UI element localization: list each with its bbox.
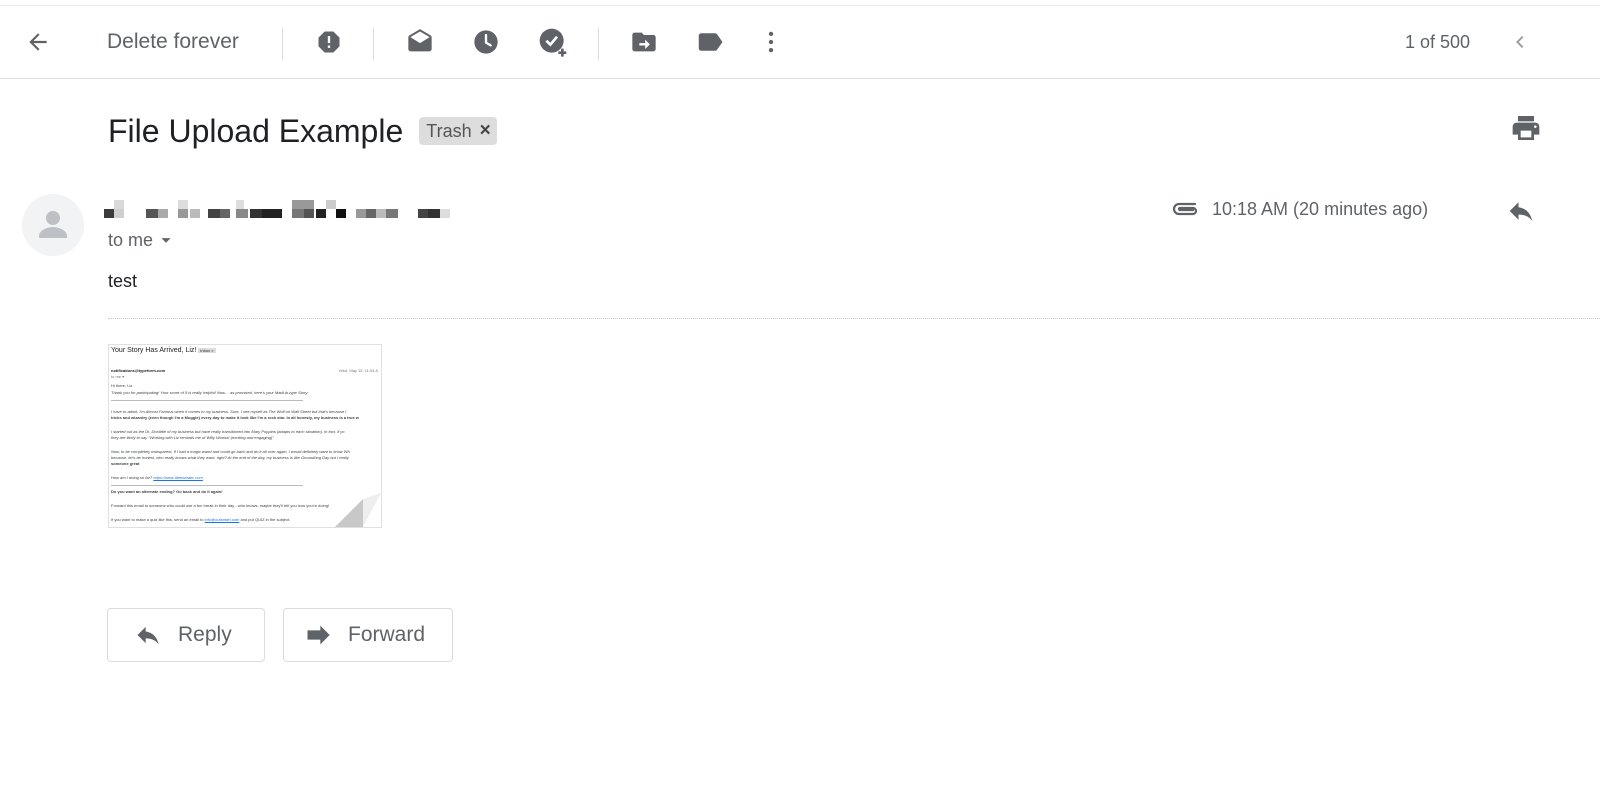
preview-paragraph: I started out as the Dr. Doolittle of my… <box>111 429 345 434</box>
preview-paragraph: Now, to be completely transparent, if I … <box>111 449 350 454</box>
message-body: test <box>108 271 138 291</box>
report-spam-icon[interactable] <box>309 6 349 78</box>
preview-how: How am I doing so far? https://www.libre… <box>111 475 203 480</box>
remove-label-icon[interactable]: × <box>480 120 491 142</box>
forward-button[interactable]: Forward <box>283 608 453 662</box>
subject-row: File Upload Example Trash × <box>108 108 497 154</box>
move-to-icon[interactable] <box>624 6 664 78</box>
arrow-left-icon[interactable] <box>18 6 58 78</box>
preview-to: to me ▾ <box>111 374 125 379</box>
preview-intro: Thank you for participating! Your score … <box>111 390 309 395</box>
message-timestamp: 10:18 AM (20 minutes ago) <box>1212 198 1429 219</box>
add-to-tasks-icon[interactable] <box>533 6 573 78</box>
message-meta: 10:18 AM (20 minutes ago) <box>1170 196 1428 222</box>
message-toolbar: Delete forever 1 of 500 <box>0 6 1600 79</box>
toolbar-divider <box>373 28 374 60</box>
chevron-left-icon[interactable] <box>1500 6 1540 78</box>
page-fold-corner <box>335 493 381 527</box>
avatar <box>22 194 84 256</box>
preview-title: Your Story Has Arrived, Liz! Inbox × <box>111 347 216 354</box>
preview-forward-text: Forward this email to someone who could … <box>111 503 330 508</box>
subject-title: File Upload Example <box>108 112 404 149</box>
preview-alt-question: Do you want an alternate ending? Go back… <box>111 489 223 494</box>
preview-paragraph: because, let's be honest, who really kno… <box>111 455 349 460</box>
preview-rule <box>111 485 303 486</box>
label-chip-text: Trash <box>426 120 472 141</box>
preview-paragraph: someone great <box>111 461 140 466</box>
toolbar-divider <box>282 28 283 60</box>
paperclip-icon <box>1172 202 1198 216</box>
caret-down-icon <box>161 238 171 243</box>
message-counter: 1 of 500 <box>1405 31 1471 52</box>
delete-forever-button[interactable]: Delete forever <box>107 6 239 78</box>
trash-label-chip: Trash × <box>419 117 497 145</box>
preview-rule <box>111 400 303 401</box>
attachment-divider <box>108 318 1600 319</box>
forward-icon <box>307 625 330 645</box>
toolbar-divider <box>598 28 599 60</box>
recipient-label: to me <box>108 229 154 250</box>
forward-label: Forward <box>348 623 426 646</box>
sender-name-redacted <box>104 200 450 218</box>
label-icon[interactable] <box>690 6 730 78</box>
recipient-toggle[interactable]: to me <box>108 229 177 251</box>
preview-quiz-text: If you want to make a quiz like this, se… <box>111 517 291 522</box>
preview-paragraph: I have to admit, I'm Almost Famous when … <box>111 409 347 414</box>
preview-date: Wed, May 15, 11:04 A <box>339 368 378 373</box>
more-vert-icon[interactable] <box>751 6 791 78</box>
reply-label: Reply <box>178 623 232 646</box>
reply-icon[interactable] <box>1506 196 1536 231</box>
preview-paragraph: tricks and wizardry (even though I'm a M… <box>111 415 359 420</box>
print-icon[interactable] <box>1510 112 1542 149</box>
attachment-thumbnail[interactable]: Your Story Has Arrived, Liz! Inbox × not… <box>108 344 382 528</box>
reply-button[interactable]: Reply <box>107 608 265 662</box>
preview-greeting: Hi there, Liz <box>111 383 133 388</box>
reply-icon <box>137 626 159 645</box>
snooze-icon[interactable] <box>466 6 506 78</box>
person-icon <box>39 211 67 238</box>
mark-unread-icon[interactable] <box>400 6 440 78</box>
preview-sender: notifications@typeform.com <box>111 368 166 373</box>
preview-paragraph: they are likely to say "Working with Liz… <box>111 435 274 440</box>
